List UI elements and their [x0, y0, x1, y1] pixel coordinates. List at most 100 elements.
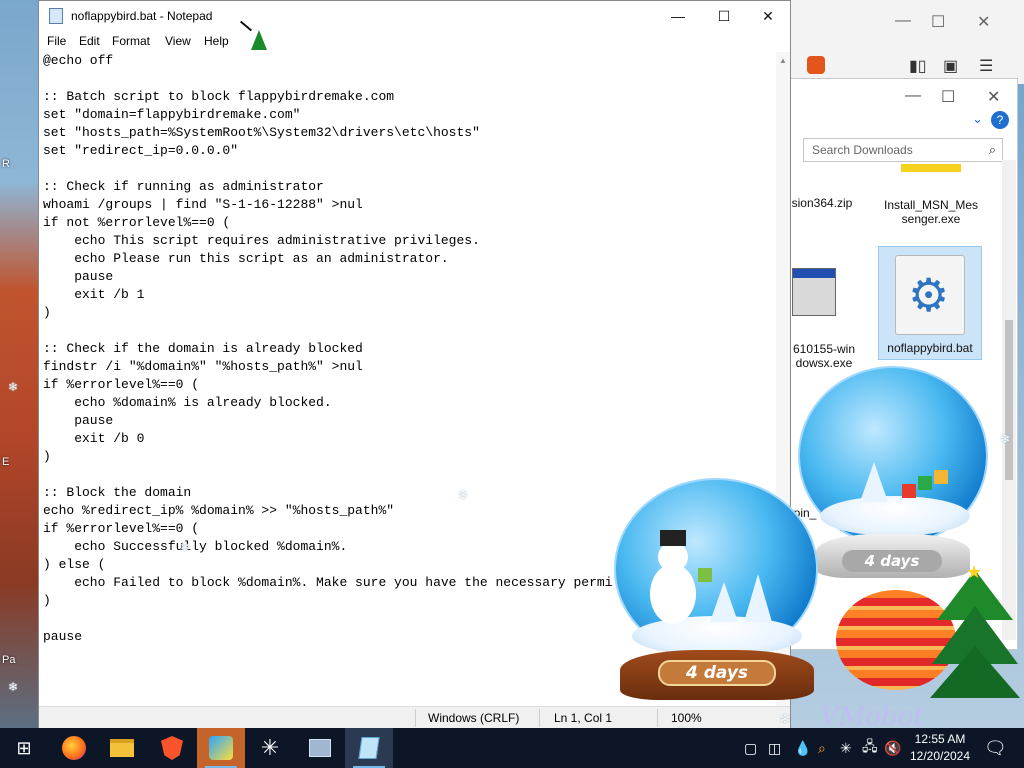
- taskbar-snowflake-app[interactable]: ✳: [246, 728, 294, 768]
- bat-file-icon: ⚙: [895, 255, 965, 335]
- menu-view[interactable]: View: [165, 34, 191, 48]
- file-item[interactable]: sion364.zip: [790, 196, 854, 210]
- minimize-button[interactable]: —: [655, 4, 701, 28]
- text-line: echo %domain% is already blocked.: [43, 395, 332, 410]
- file-item[interactable]: 610155-windowsx.exe: [790, 268, 858, 370]
- downloads-scrollbar[interactable]: [1002, 160, 1016, 640]
- window-title: noflappybird.bat - Notepad: [71, 9, 213, 23]
- menu-bar: File Edit Format View Help: [39, 30, 790, 52]
- start-button[interactable]: ⊞: [0, 728, 48, 768]
- menu-help[interactable]: Help: [204, 34, 229, 48]
- network-icon[interactable]: 🖧: [862, 728, 878, 768]
- text-line: exit /b 0: [43, 431, 145, 446]
- desktop-icon-label[interactable]: R: [2, 158, 10, 170]
- text-line: exit /b 1: [43, 287, 145, 302]
- menu-file[interactable]: File: [47, 34, 66, 48]
- search-placeholder: Search Downloads: [812, 143, 913, 157]
- snowflake-icon: ❄: [180, 540, 191, 554]
- menu-icon[interactable]: ☰: [979, 56, 993, 76]
- menu-format[interactable]: Format: [112, 34, 150, 48]
- desktop-icon-label[interactable]: E: [2, 456, 9, 468]
- text-line: echo Please run this script as an admini…: [43, 251, 449, 266]
- droplet-icon[interactable]: 💧: [794, 728, 811, 768]
- search-icon[interactable]: ⌕: [818, 728, 826, 768]
- notification-icon[interactable]: 🗨: [984, 728, 1007, 768]
- snowflake-icon: ❄: [458, 488, 469, 502]
- maximize-icon[interactable]: ☐: [941, 87, 955, 107]
- exe-icon: [792, 268, 836, 316]
- taskbar: ⊞ ✳ ▢ ◫ 💧 ⌕ ✳ 🖧 🔇 12:55 AM 12/20/2024 🗨: [0, 728, 1024, 768]
- snowflake-icon[interactable]: ✳: [840, 728, 852, 768]
- status-position: Ln 1, Col 1: [554, 711, 613, 725]
- close-icon[interactable]: ✕: [977, 12, 990, 32]
- status-eol: Windows (CRLF): [428, 711, 520, 725]
- menu-edit[interactable]: Edit: [79, 34, 100, 48]
- clock-time: 12:55 AM: [914, 732, 966, 746]
- taskbar-notepad[interactable]: [345, 728, 393, 768]
- volume-muted-icon[interactable]: 🔇: [884, 728, 901, 768]
- snowman-head: [658, 542, 688, 572]
- close-icon[interactable]: ✕: [987, 87, 1000, 107]
- text-line: :: Batch script to block flappybirdremak…: [43, 89, 395, 104]
- scrollbar-thumb[interactable]: [1005, 320, 1013, 480]
- sidebar-icon[interactable]: ▮▯: [909, 56, 927, 76]
- windows-icon: ⊞: [16, 737, 32, 758]
- snowflake-icon: ❄: [8, 680, 19, 694]
- brave-shield-icon[interactable]: [807, 56, 825, 74]
- text-line: whoami /groups | find "S-1-16-12288" >nu…: [43, 197, 363, 212]
- small-tree-icon: [251, 30, 267, 50]
- christmas-tree: ★: [930, 562, 1020, 710]
- desktop-wallpaper: R E Pa: [0, 0, 40, 728]
- text-line: pause: [43, 269, 114, 284]
- tray-icon[interactable]: ▢: [744, 728, 757, 768]
- text-line: pause: [43, 413, 114, 428]
- gift-icon: [918, 476, 932, 490]
- text-line: @echo off: [43, 53, 114, 68]
- minimize-icon[interactable]: —: [895, 12, 911, 30]
- title-bar[interactable]: noflappybird.bat - Notepad — ☐ ✕: [39, 1, 790, 32]
- days-counter: 4 days: [842, 550, 942, 572]
- taskbar-app[interactable]: [296, 728, 344, 768]
- file-item-selected[interactable]: ⚙ noflappybird.bat: [878, 246, 982, 360]
- gift-icon: [934, 470, 948, 484]
- taskbar-firefox[interactable]: [50, 728, 98, 768]
- close-button[interactable]: ✕: [745, 4, 791, 28]
- maximize-icon[interactable]: ☐: [931, 12, 945, 32]
- tray-icon[interactable]: ◫: [768, 728, 781, 768]
- taskbar-brave[interactable]: [148, 728, 196, 768]
- taskbar-app-active[interactable]: [197, 728, 245, 768]
- taskbar-file-explorer[interactable]: [98, 728, 146, 768]
- text-line: ): [43, 449, 51, 464]
- clock[interactable]: 12:55 AM 12/20/2024: [905, 731, 975, 765]
- monitor-icon: [309, 739, 331, 757]
- text-line: :: Check if the domain is already blocke…: [43, 341, 363, 356]
- days-counter: 4 days: [658, 660, 776, 686]
- help-icon[interactable]: ?: [991, 111, 1009, 129]
- chevron-down-icon[interactable]: ⌄: [972, 111, 983, 127]
- star-icon: ★: [966, 562, 983, 582]
- text-line: set "domain=flappybirdremake.com": [43, 107, 301, 122]
- text-line: if %errorlevel%==0 (: [43, 377, 200, 392]
- minimize-icon[interactable]: —: [905, 87, 921, 105]
- desktop-icon-label[interactable]: Pa: [2, 654, 15, 666]
- tree-bottom: [930, 646, 1020, 698]
- wallet-icon[interactable]: ▣: [943, 56, 958, 76]
- maximize-button[interactable]: ☐: [701, 4, 747, 28]
- folder-icon: [110, 739, 134, 757]
- file-name: Install_MSN_Messenger.exe: [883, 198, 979, 226]
- snow-globe-left[interactable]: 4 days: [610, 478, 824, 702]
- search-input[interactable]: Search Downloads ⌕: [803, 138, 1003, 162]
- snow-globe-right[interactable]: 4 days: [796, 366, 992, 586]
- snowflake-icon: ❄: [1000, 432, 1011, 446]
- scroll-up-icon[interactable]: ▲: [779, 56, 787, 65]
- text-line: if not %errorlevel%==0 (: [43, 215, 231, 230]
- text-line: set "redirect_ip=0.0.0.0": [43, 143, 239, 158]
- search-icon: ⌕: [988, 142, 996, 157]
- gift-icon: [902, 484, 916, 498]
- globe-snow: [820, 496, 970, 536]
- snowflake-icon: ❄: [8, 380, 19, 394]
- gear-icon: ⚙: [908, 269, 950, 321]
- file-item[interactable]: Install_MSN_Messenger.exe: [882, 164, 980, 226]
- tree-icon: [860, 462, 888, 502]
- file-name: sion364.zip: [791, 196, 853, 210]
